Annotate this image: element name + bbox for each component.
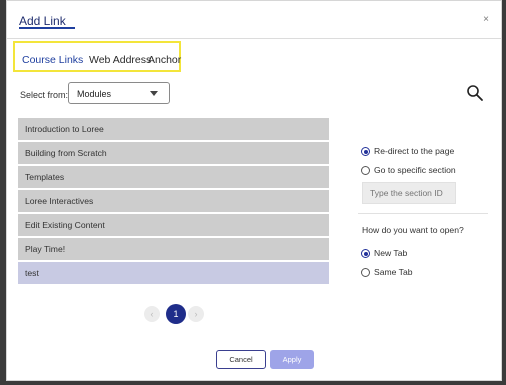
close-icon[interactable]: × [483,14,489,25]
tab-course-links[interactable]: Course Links [22,54,83,66]
module-list: Introduction to Loree Building from Scra… [18,118,329,286]
tab-web-address[interactable]: Web Address [89,54,151,66]
add-link-dialog: Add Link × Course Links Web Address Anch… [6,0,502,381]
redirect-page-label: Re-direct to the page [374,146,455,156]
source-select[interactable]: Modules [68,82,170,104]
chevron-down-icon [150,91,158,96]
cancel-button[interactable]: Cancel [216,350,266,369]
apply-button[interactable]: Apply [270,350,314,369]
list-item[interactable]: Play Time! [18,238,329,260]
page-1-button[interactable]: 1 [166,304,186,324]
dialog-header: Add Link × [7,1,501,39]
dialog-title: Add Link [19,14,66,28]
list-item[interactable]: Building from Scratch [18,142,329,164]
radio-unchecked[interactable] [361,268,370,277]
tab-bar: Course Links Web Address Anchor [13,41,181,72]
specific-section-label: Go to specific section [374,165,456,175]
source-select-value: Modules [77,89,112,99]
list-item[interactable]: Edit Existing Content [18,214,329,236]
list-item[interactable]: Loree Interactives [18,190,329,212]
list-item[interactable]: test [18,262,329,284]
same-tab-label: Same Tab [374,267,413,277]
radio-checked[interactable] [361,249,370,258]
new-tab-label: New Tab [374,248,408,258]
select-from-label: Select from: [20,90,69,100]
prev-page-button[interactable]: ‹ [144,306,160,322]
radio-unchecked[interactable] [361,166,370,175]
radio-checked[interactable] [361,147,370,156]
active-tab-indicator [19,27,75,29]
search-icon[interactable] [466,84,484,102]
list-item[interactable]: Introduction to Loree [18,118,329,140]
divider [358,213,488,214]
tab-anchor[interactable]: Anchor [148,54,181,66]
section-id-input[interactable] [362,182,456,204]
next-page-button[interactable]: › [188,306,204,322]
open-mode-question: How do you want to open? [362,225,464,235]
list-item[interactable]: Templates [18,166,329,188]
